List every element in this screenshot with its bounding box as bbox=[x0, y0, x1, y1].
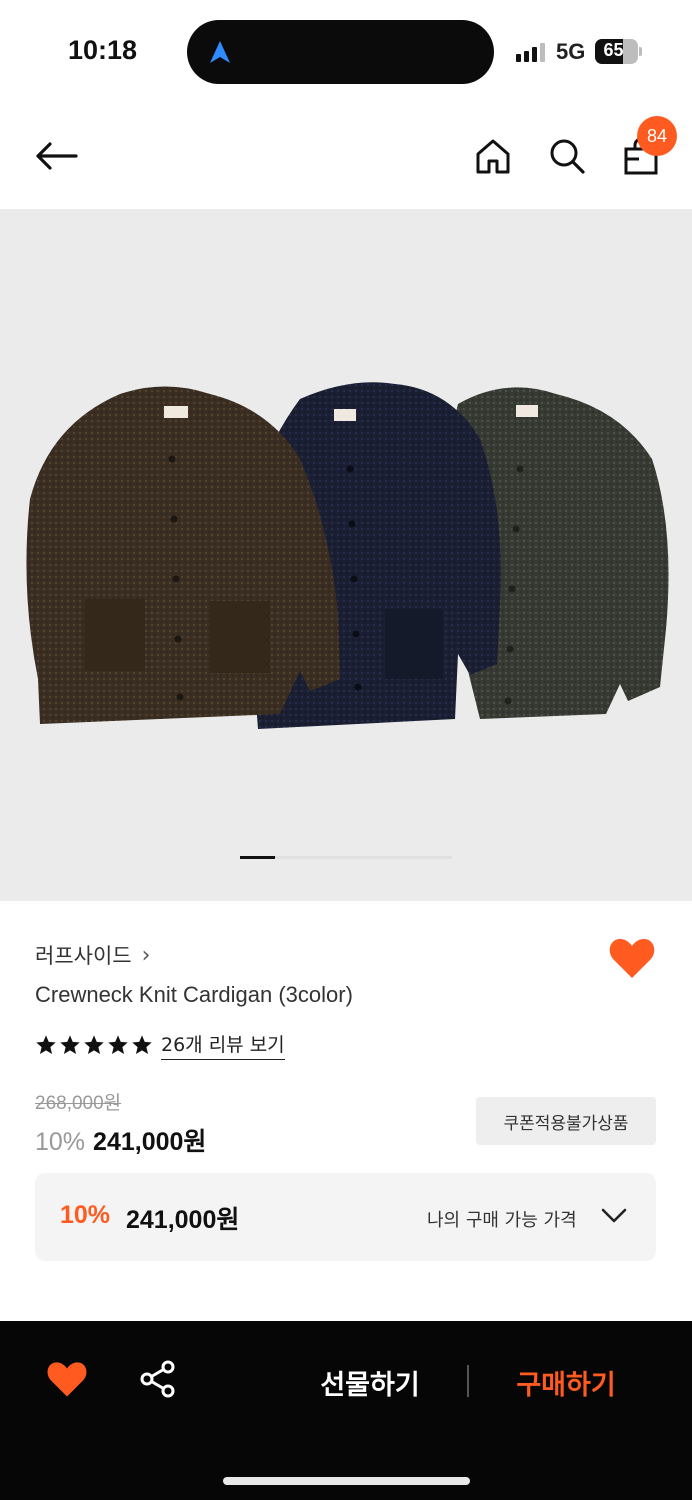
product-photo bbox=[26, 382, 669, 729]
bottom-divider bbox=[467, 1365, 469, 1397]
wishlist-button[interactable] bbox=[608, 936, 656, 980]
cart-count-badge: 84 bbox=[637, 116, 677, 156]
star-icon bbox=[84, 1035, 104, 1054]
my-price-dropdown[interactable]: 10% 241,000원 나의 구매 가능 가격 bbox=[35, 1173, 656, 1261]
product-title: Crewneck Knit Cardigan (3color) bbox=[35, 982, 353, 1007]
sale-price: 241,000원 bbox=[93, 1128, 207, 1156]
rating-stars bbox=[35, 1034, 153, 1056]
star-icon bbox=[60, 1035, 80, 1054]
carousel-indicator bbox=[240, 856, 452, 859]
battery-tip bbox=[639, 47, 642, 56]
star-icon bbox=[108, 1035, 128, 1054]
status-bar: 10:18 5G 65 bbox=[0, 0, 692, 100]
coupon-badge: 쿠폰적용불가상품 bbox=[476, 1097, 656, 1145]
share-button[interactable] bbox=[138, 1359, 178, 1399]
bottom-wishlist-button[interactable] bbox=[46, 1359, 88, 1399]
reviews-link[interactable]: 26개 리뷰 보기 bbox=[161, 1030, 285, 1060]
star-icon bbox=[36, 1035, 56, 1054]
buy-button[interactable]: 구매하기 bbox=[488, 1363, 644, 1402]
navigation-arrow-icon bbox=[210, 41, 230, 63]
battery-level: 65 bbox=[603, 40, 624, 60]
search-button[interactable] bbox=[544, 133, 590, 179]
status-time: 10:18 bbox=[68, 35, 138, 65]
search-icon bbox=[550, 139, 585, 174]
home-icon bbox=[476, 139, 510, 174]
network-type: 5G bbox=[556, 39, 586, 64]
discount-percent: 10% bbox=[35, 1128, 86, 1156]
battery-icon: 65 bbox=[595, 39, 638, 64]
home-indicator bbox=[223, 1477, 470, 1485]
star-icon bbox=[132, 1035, 152, 1054]
bottom-action-bar: 선물하기 구매하기 bbox=[0, 1321, 692, 1500]
heart-filled-icon bbox=[609, 939, 655, 978]
back-button[interactable] bbox=[30, 134, 82, 178]
brand-link[interactable]: 러프사이드 › bbox=[35, 940, 150, 970]
share-icon bbox=[140, 1360, 175, 1398]
my-price-discount: 10% bbox=[60, 1201, 111, 1229]
sale-price-row: 10% 241,000원 bbox=[35, 1122, 206, 1158]
original-price: 268,000원 bbox=[35, 1093, 122, 1114]
product-image-carousel[interactable] bbox=[0, 209, 692, 901]
chevron-down-icon bbox=[601, 1208, 627, 1223]
my-price-value: 241,000원 bbox=[126, 1206, 240, 1234]
my-price-label: 나의 구매 가능 가격 bbox=[427, 1210, 577, 1231]
home-button[interactable] bbox=[470, 133, 516, 179]
arrow-left-icon bbox=[36, 142, 78, 170]
top-navigation bbox=[0, 100, 692, 210]
heart-filled-icon bbox=[47, 1362, 87, 1397]
dynamic-island bbox=[187, 20, 494, 84]
signal-icon bbox=[516, 43, 545, 62]
gift-button[interactable]: 선물하기 bbox=[290, 1363, 450, 1402]
brand-name: 러프사이드 bbox=[35, 944, 132, 968]
rating-row: 26개 리뷰 보기 bbox=[35, 1030, 285, 1060]
chevron-right-icon: › bbox=[141, 942, 151, 968]
carousel-indicator-active bbox=[240, 856, 276, 859]
